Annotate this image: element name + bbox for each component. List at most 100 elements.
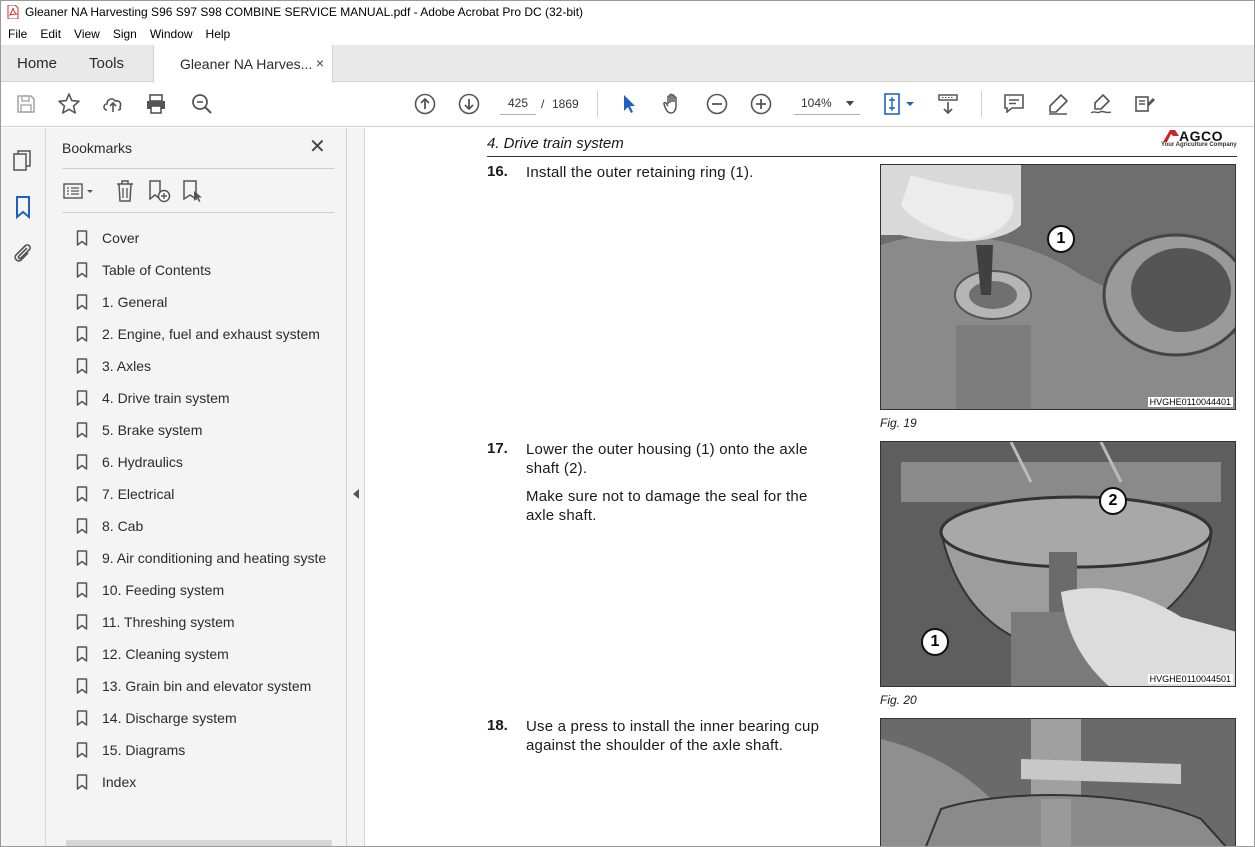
bookmark-icon (76, 454, 88, 470)
bookmark-item[interactable]: Index (76, 766, 346, 798)
bookmark-icon (76, 646, 88, 662)
menu-help[interactable]: Help (199, 27, 237, 41)
photo-bearing-press (881, 719, 1235, 846)
bookmark-star-icon[interactable] (56, 91, 82, 117)
figure-image: 1 HVGHE0110044401 (880, 164, 1236, 410)
chevron-down-icon (846, 101, 854, 106)
menu-file[interactable]: File (1, 27, 33, 41)
page-thumbnails-icon[interactable] (10, 148, 36, 174)
hand-tool-icon[interactable] (660, 91, 686, 117)
tab-document-label: Gleaner NA Harves... (180, 56, 313, 72)
bookmark-item[interactable]: 7. Electrical (76, 478, 346, 510)
tab-home[interactable]: Home (17, 45, 57, 82)
highlight-icon[interactable] (1045, 91, 1071, 117)
fit-page-icon[interactable] (881, 91, 917, 117)
bookmark-item[interactable]: 10. Feeding system (76, 574, 346, 606)
zoom-select[interactable]: 104% (794, 91, 860, 115)
document-view[interactable]: 4. Drive train system AGCO Your Agricult… (366, 128, 1254, 846)
collapse-arrow-icon[interactable] (353, 489, 359, 499)
bookmark-icon (76, 678, 88, 694)
bookmark-icon (76, 742, 88, 758)
bookmark-label: Table of Contents (102, 262, 211, 278)
zoom-value: 104% (801, 96, 832, 110)
bookmark-label: 7. Electrical (102, 486, 175, 502)
menu-sign[interactable]: Sign (106, 27, 143, 41)
bookmark-item[interactable]: 5. Brake system (76, 414, 346, 446)
step-text: Lower the outer housing (1) onto the axl… (526, 440, 836, 525)
bookmark-label: 14. Discharge system (102, 710, 237, 726)
bookmark-icon (76, 518, 88, 534)
bookmark-properties-icon[interactable] (180, 178, 206, 204)
close-icon[interactable]: ✕ (309, 137, 326, 157)
delete-bookmark-icon[interactable] (112, 178, 138, 204)
bookmark-icon (76, 326, 88, 342)
new-bookmark-icon[interactable] (146, 178, 172, 204)
figure-image: 2 1 HVGHE0110044501 (880, 441, 1236, 687)
acrobat-app-icon (7, 5, 19, 19)
bookmark-item[interactable]: 15. Diagrams (76, 734, 346, 766)
step-number: 17. (487, 440, 508, 457)
acrobat-window: Gleaner NA Harvesting S96 S97 S98 COMBIN… (0, 0, 1255, 847)
page-number-input[interactable]: 425 (500, 91, 536, 115)
menu-view[interactable]: View (67, 27, 106, 41)
redact-icon[interactable] (1132, 91, 1158, 117)
figure-caption: Fig. 19 (880, 416, 917, 430)
bookmark-label: 2. Engine, fuel and exhaust system (102, 326, 320, 342)
bookmark-icon (76, 550, 88, 566)
bookmark-item[interactable]: 9. Air conditioning and heating syste (76, 542, 346, 574)
figure-image (880, 718, 1236, 846)
sign-icon[interactable] (1088, 91, 1114, 117)
toolbar-divider (597, 91, 598, 117)
zoom-in-icon[interactable] (748, 91, 774, 117)
save-icon[interactable] (13, 91, 39, 117)
bookmark-item[interactable]: 1. General (76, 286, 346, 318)
page-down-icon[interactable] (456, 91, 482, 117)
window-title: Gleaner NA Harvesting S96 S97 S98 COMBIN… (25, 5, 584, 19)
bookmark-label: 5. Brake system (102, 422, 203, 438)
search-zoom-icon[interactable] (189, 91, 215, 117)
bookmark-label: Index (102, 774, 137, 790)
step-text: Use a press to install the inner bearing… (526, 717, 836, 755)
page-up-icon[interactable] (412, 91, 438, 117)
photo-retaining-ring (881, 165, 1235, 409)
bookmark-item[interactable]: 13. Grain bin and elevator system (76, 670, 346, 702)
bookmark-item[interactable]: Cover (76, 222, 346, 254)
bookmark-item[interactable]: 12. Cleaning system (76, 638, 346, 670)
bookmark-item[interactable]: 8. Cab (76, 510, 346, 542)
bookmark-item[interactable]: 6. Hydraulics (76, 446, 346, 478)
tab-bar: Home Tools Gleaner NA Harves... × (1, 45, 1254, 83)
bookmark-label: 6. Hydraulics (102, 454, 183, 470)
bookmark-label: 8. Cab (102, 518, 144, 534)
tab-close-icon[interactable]: × (316, 55, 324, 71)
bookmark-item[interactable]: Table of Contents (76, 254, 346, 286)
bookmark-icon (76, 486, 88, 502)
bookmark-icon (76, 262, 88, 278)
panel-title: Bookmarks (62, 140, 133, 156)
attachments-icon[interactable] (10, 240, 36, 266)
figure-code: HVGHE0110044501 (1147, 674, 1233, 684)
step-paragraph: Lower the outer housing (1) onto the axl… (526, 441, 808, 477)
horizontal-scrollbar[interactable] (66, 840, 332, 846)
menu-window[interactable]: Window (143, 27, 199, 41)
bookmark-item[interactable]: 2. Engine, fuel and exhaust system (76, 318, 346, 350)
tab-document[interactable]: Gleaner NA Harves... × (153, 45, 333, 83)
header-rule (487, 156, 1237, 157)
select-cursor-icon[interactable] (616, 91, 642, 117)
tab-tools[interactable]: Tools (89, 45, 124, 82)
upload-cloud-icon[interactable] (100, 91, 126, 117)
bookmark-icon (76, 358, 88, 374)
figure-code: HVGHE0110044401 (1147, 397, 1233, 407)
bookmark-item[interactable]: 14. Discharge system (76, 702, 346, 734)
bookmark-item[interactable]: 3. Axles (76, 350, 346, 382)
zoom-out-icon[interactable] (704, 91, 730, 117)
logo-tagline: Your Agriculture Company (1161, 142, 1237, 148)
bookmark-item[interactable]: 4. Drive train system (76, 382, 346, 414)
comment-icon[interactable] (1001, 91, 1027, 117)
options-menu-icon[interactable] (62, 178, 96, 204)
scroll-mode-icon[interactable] (935, 91, 961, 117)
print-icon[interactable] (143, 91, 169, 117)
bookmark-item[interactable]: 11. Threshing system (76, 606, 346, 638)
menu-edit[interactable]: Edit (33, 27, 67, 41)
bookmarks-rail-icon[interactable] (10, 194, 36, 220)
panel-splitter[interactable] (347, 128, 365, 846)
